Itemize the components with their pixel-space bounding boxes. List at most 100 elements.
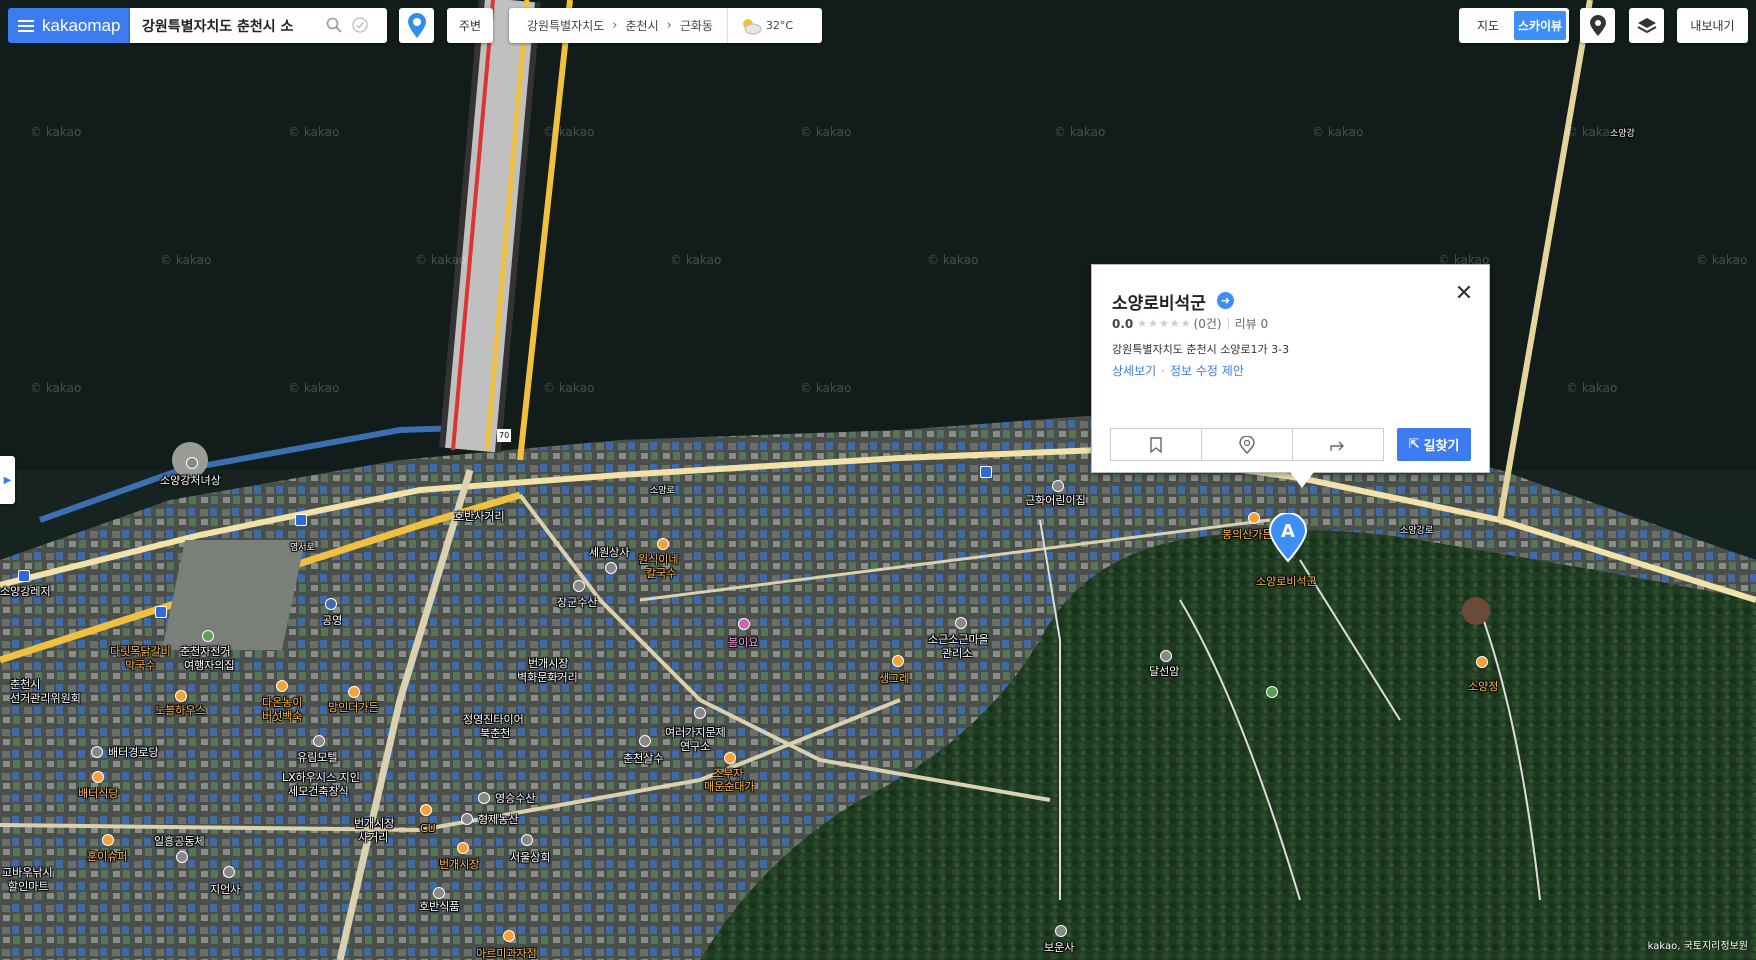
place-title[interactable]: 소양로비석군 <box>1112 289 1206 314</box>
map-label[interactable]: 춘천자전거 <box>180 645 231 658</box>
map-label[interactable]: 형제농산 <box>478 813 518 826</box>
map-label[interactable]: 원식이네 <box>638 553 678 566</box>
map-label[interactable]: 번개시장 <box>439 858 479 871</box>
map-label[interactable]: 번개시장 <box>354 817 394 830</box>
search-input[interactable] <box>142 17 317 34</box>
map-label[interactable]: 봄이요 <box>728 636 758 649</box>
edit-suggest-link[interactable]: 정보 수정 제안 <box>1170 364 1244 378</box>
map-label[interactable]: 번개시장 <box>528 657 568 670</box>
convenience-store-icon[interactable] <box>420 804 432 816</box>
beauty-icon[interactable] <box>738 618 750 630</box>
map-label[interactable]: 호반식품 <box>419 900 459 913</box>
map-label[interactable]: 여러가지문제 <box>665 726 726 739</box>
breadcrumb-district[interactable]: 근화동 <box>680 17 713 34</box>
map-label[interactable]: 호반사거리 <box>454 510 505 523</box>
kakaomap-logo[interactable]: kakaomap <box>8 8 130 43</box>
restaurant-icon[interactable] <box>724 752 736 764</box>
clear-check-icon[interactable] <box>351 16 369 35</box>
shop-icon[interactable] <box>605 562 617 574</box>
map-type-toggle[interactable]: 지도 스카이뷰 <box>1459 8 1569 43</box>
bus-stop-icon[interactable] <box>980 466 992 478</box>
map-label[interactable]: 소양강레저 <box>0 585 51 598</box>
map-label[interactable]: 사거리 <box>358 831 388 844</box>
map-label[interactable]: 배터식당 <box>78 787 118 800</box>
side-panel-toggle[interactable]: ▶ <box>0 456 15 504</box>
shop-icon[interactable] <box>461 813 473 825</box>
bakery-icon[interactable] <box>503 930 515 942</box>
map-label[interactable]: 버섯백숙 <box>262 710 302 723</box>
map-label[interactable]: 망인더가든 <box>328 701 379 714</box>
shop-icon[interactable] <box>478 792 490 804</box>
export-button[interactable]: 내보내기 <box>1677 8 1748 43</box>
shop-icon[interactable] <box>433 887 445 899</box>
kindergarten-icon[interactable] <box>1052 480 1064 492</box>
map-label[interactable]: 춘천살수 <box>623 752 663 765</box>
map-label[interactable]: 연구소 <box>680 740 710 753</box>
map-label[interactable]: 근화어린이집 <box>1025 494 1086 507</box>
bookmark-button[interactable] <box>1111 429 1202 460</box>
menu-icon[interactable] <box>18 17 34 35</box>
map-label[interactable]: 달선암 <box>1149 665 1179 678</box>
nearby-button[interactable]: 주변 <box>447 8 493 43</box>
map-label[interactable]: 세원상사 <box>589 546 629 559</box>
share-button[interactable] <box>1293 429 1383 460</box>
skyview-tab[interactable]: 스카이뷰 <box>1514 11 1566 40</box>
temple-icon[interactable] <box>1160 650 1172 662</box>
temple-icon[interactable] <box>1055 925 1067 937</box>
my-location-button[interactable] <box>1580 8 1615 43</box>
shop-icon[interactable] <box>521 834 533 846</box>
search-bar[interactable] <box>130 8 387 43</box>
hotel-icon[interactable] <box>313 735 325 747</box>
map-label[interactable]: 훈이슈퍼 <box>87 850 127 863</box>
restaurant-icon[interactable] <box>657 538 669 550</box>
map-label[interactable]: 서울상회 <box>510 851 550 864</box>
attraction-icon[interactable] <box>1476 656 1488 668</box>
office-icon[interactable] <box>176 851 188 863</box>
landmark-icon[interactable] <box>186 457 198 469</box>
map-label[interactable]: 북춘천 <box>480 727 510 740</box>
map-label[interactable]: 소양강처녀상 <box>160 474 221 487</box>
bus-stop-icon[interactable] <box>155 606 167 618</box>
roadview-button[interactable] <box>1202 429 1293 460</box>
map-label[interactable]: 매운순대가 <box>704 780 755 793</box>
map-label[interactable]: 다릿목닭갈비 <box>110 645 171 658</box>
restaurant-icon[interactable] <box>92 771 104 783</box>
map-label[interactable]: 장군수산 <box>557 596 597 609</box>
map-label[interactable]: 춘천시 <box>10 678 40 691</box>
map-label[interactable]: 보운사 <box>1044 941 1074 954</box>
detail-link[interactable]: 상세보기 <box>1112 364 1156 378</box>
map-label[interactable]: 일흥공동체 <box>154 835 205 848</box>
bus-stop-icon[interactable] <box>295 514 307 526</box>
map-label[interactable]: 벽화문화거리 <box>517 671 578 684</box>
map-label[interactable]: 고바우낚시 <box>2 866 53 879</box>
map-label[interactable]: 공영 <box>322 614 342 627</box>
restaurant-icon[interactable] <box>1248 512 1260 524</box>
temple-icon[interactable] <box>223 866 235 878</box>
map-label[interactable]: 할인마트 <box>8 880 48 893</box>
map-label-selected[interactable]: 소양로비석군 <box>1256 575 1317 588</box>
map-label[interactable]: 영승수산 <box>495 792 535 805</box>
store-icon[interactable] <box>102 834 114 846</box>
map-label[interactable]: 다온농이 <box>262 696 302 709</box>
directions-button[interactable]: ⇱ 길찾기 <box>1397 428 1471 461</box>
map-label[interactable]: 정영진타이어 <box>463 713 524 726</box>
map-label[interactable]: 소근소근마을 <box>928 633 989 646</box>
map-view-tab[interactable]: 지도 <box>1462 11 1514 40</box>
map-label[interactable]: 생그레 <box>879 672 909 685</box>
location-pin-button[interactable] <box>399 8 434 43</box>
close-icon[interactable]: ✕ <box>1453 283 1475 305</box>
shop-icon[interactable] <box>639 735 651 747</box>
map-label[interactable]: 막국수 <box>125 659 155 672</box>
breadcrumb-city[interactable]: 춘천시 <box>625 17 658 34</box>
map-label[interactable]: 아르미과자점 <box>476 947 537 960</box>
restaurant-icon[interactable] <box>892 655 904 667</box>
location-marker-a[interactable]: A <box>1267 513 1309 563</box>
breadcrumb-province[interactable]: 강원특별자치도 <box>527 17 604 34</box>
bus-stop-icon[interactable] <box>18 570 30 582</box>
market-icon[interactable] <box>457 842 469 854</box>
shop-icon[interactable] <box>573 580 585 592</box>
weather-widget[interactable]: 32°C <box>726 8 793 43</box>
map-label[interactable]: 유림모텔 <box>297 751 337 764</box>
map-label[interactable]: 배터경로당 <box>108 746 159 759</box>
map-label[interactable]: 여행자의집 <box>184 659 235 672</box>
